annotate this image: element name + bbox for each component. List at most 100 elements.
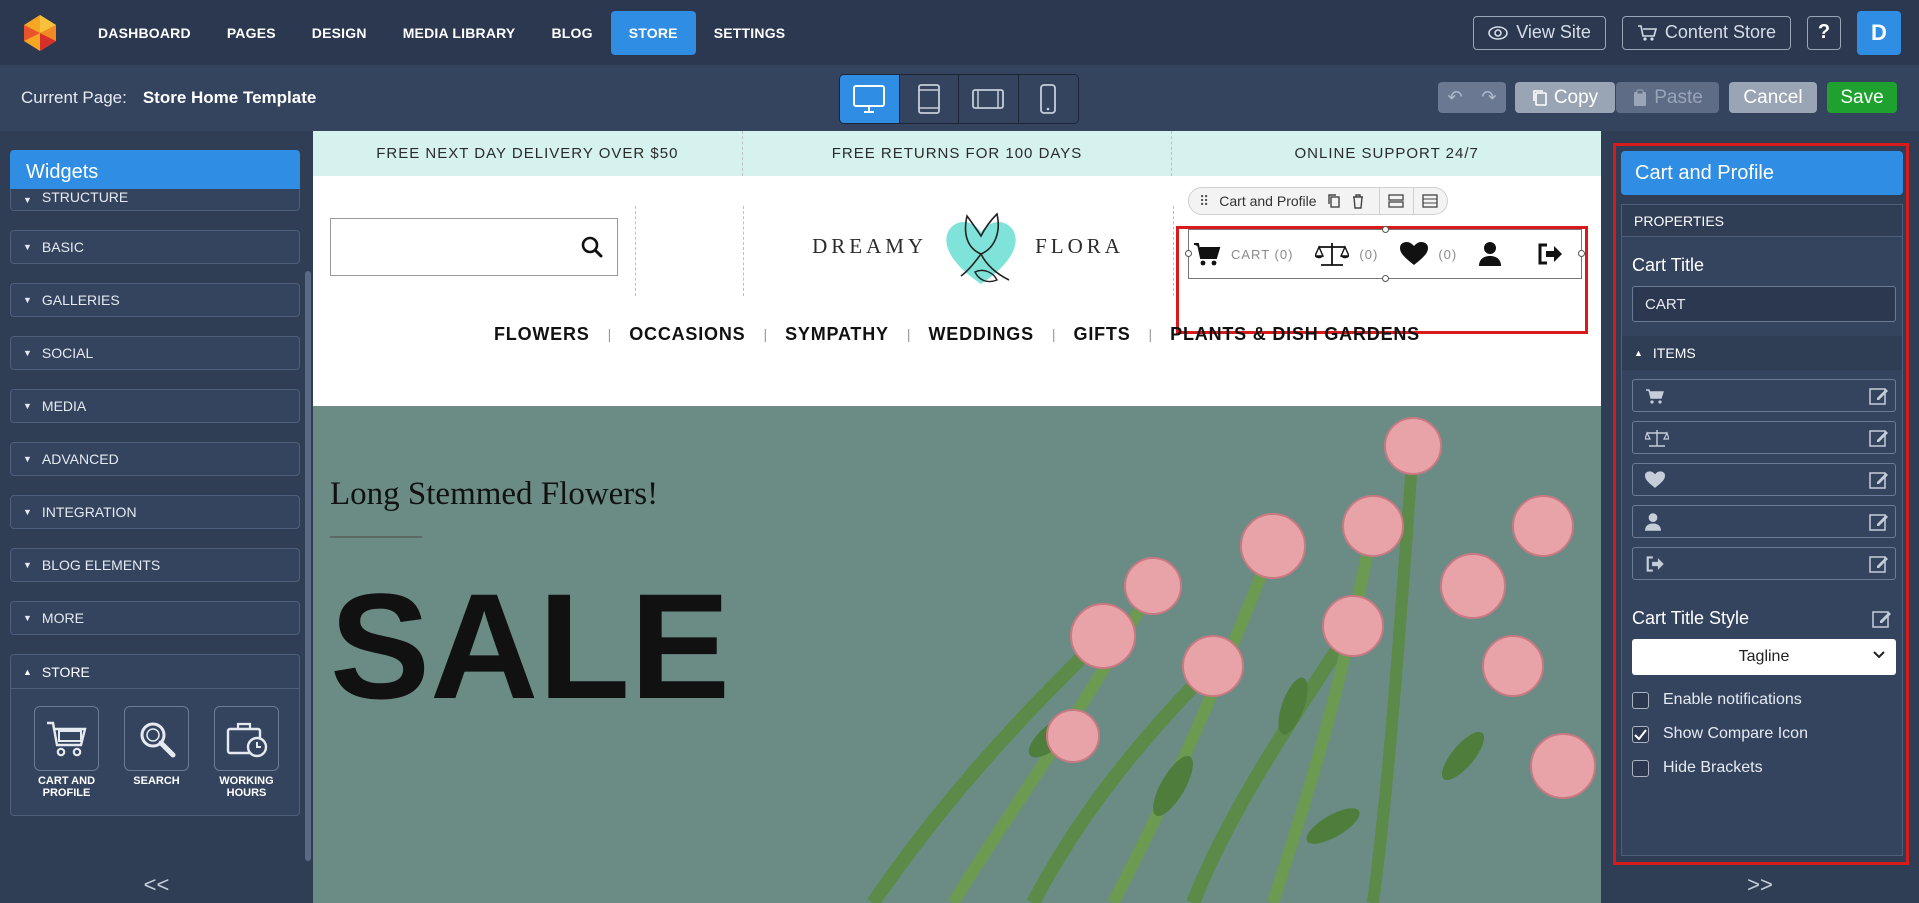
nav-design[interactable]: DESIGN <box>294 11 385 55</box>
category-blog-elements[interactable]: ▼ BLOG ELEMENTS <box>10 548 300 582</box>
cart-link[interactable]: CART (0) <box>1193 241 1293 267</box>
flower-logo-icon <box>946 212 1016 284</box>
edit-icon[interactable] <box>1869 386 1889 406</box>
compare-link[interactable]: (0) <box>1315 241 1378 267</box>
widget-search[interactable]: SEARCH <box>123 706 190 799</box>
nav-store[interactable]: STORE <box>610 10 696 55</box>
menu-sympathy[interactable]: SYMPATHY <box>767 324 907 345</box>
content-store-button[interactable]: Content Store <box>1621 15 1791 50</box>
nav-media-library[interactable]: MEDIA LIBRARY <box>385 11 534 55</box>
widget-working-hours[interactable]: WORKING HOURS <box>213 706 280 799</box>
nav-dashboard[interactable]: DASHBOARD <box>80 11 209 55</box>
tablet-view-button[interactable] <box>899 75 959 123</box>
help-button[interactable]: ? <box>1807 15 1841 50</box>
category-structure[interactable]: ▼ STRUCTURE <box>10 189 300 211</box>
menu-plants-dish-gardens[interactable]: PLANTS & DISH GARDENS <box>1152 324 1438 345</box>
item-compare[interactable] <box>1632 421 1896 454</box>
paste-button[interactable]: Paste <box>1616 82 1719 113</box>
category-galleries[interactable]: ▼ GALLERIES <box>10 283 300 317</box>
drag-handle-icon[interactable]: ⠿ <box>1199 193 1209 210</box>
caret-down-icon: ▼ <box>23 401 32 411</box>
caret-up-icon: ▲ <box>1634 348 1643 358</box>
left-panel-scrollbar[interactable] <box>305 271 311 861</box>
mobile-view-button[interactable] <box>1018 75 1078 123</box>
edit-icon[interactable] <box>1869 428 1889 448</box>
redo-icon[interactable]: ↷ <box>1481 87 1496 108</box>
resize-handle[interactable] <box>1382 275 1389 282</box>
category-label: INTEGRATION <box>41 504 137 520</box>
duplicate-icon[interactable] <box>1327 193 1341 209</box>
trash-icon[interactable] <box>1351 193 1365 209</box>
cart-and-profile-widget[interactable]: CART (0) (0) (0) <box>1185 226 1585 282</box>
category-media[interactable]: ▼ MEDIA <box>10 389 300 423</box>
collapse-right-panel-button[interactable]: >> <box>1601 866 1919 903</box>
caret-up-icon: ▲ <box>23 666 32 677</box>
nav-blog[interactable]: BLOG <box>533 11 610 55</box>
resize-handle[interactable] <box>1382 226 1389 233</box>
save-button[interactable]: Save <box>1827 82 1897 113</box>
caret-down-icon: ▼ <box>23 348 32 358</box>
category-more[interactable]: ▼ MORE <box>10 601 300 635</box>
search-icon[interactable] <box>581 236 603 258</box>
edit-icon[interactable] <box>1869 512 1889 532</box>
user-avatar[interactable]: D <box>1857 10 1901 55</box>
cart-title-style-row: Cart Title Style <box>1632 608 1892 629</box>
category-basic[interactable]: ▼ BASIC <box>10 230 300 264</box>
landscape-view-button[interactable] <box>959 75 1019 123</box>
cart-title-style-select[interactable]: Tagline <box>1632 639 1896 675</box>
caret-down-icon: ▼ <box>23 560 32 570</box>
copy-label: Copy <box>1553 86 1599 108</box>
item-logout[interactable] <box>1632 547 1896 580</box>
edit-icon[interactable] <box>1869 554 1889 574</box>
site-search-input[interactable] <box>330 218 618 276</box>
menu-weddings[interactable]: WEDDINGS <box>910 324 1051 345</box>
wishlist-link[interactable]: (0) <box>1400 242 1457 266</box>
item-profile[interactable] <box>1632 505 1896 538</box>
menu-flowers[interactable]: FLOWERS <box>476 324 608 345</box>
category-social[interactable]: ▼ SOCIAL <box>10 336 300 370</box>
search-icon <box>140 722 175 757</box>
logout-link[interactable] <box>1537 243 1563 265</box>
widgets-header[interactable]: Widgets <box>10 150 300 194</box>
resize-handle[interactable] <box>1578 250 1585 257</box>
menu-occasions[interactable]: OCCASIONS <box>611 324 763 345</box>
enable-notifications-checkbox[interactable] <box>1632 691 1649 709</box>
section-layout-button[interactable] <box>1413 187 1448 215</box>
hide-brackets-checkbox[interactable] <box>1632 759 1649 777</box>
mobile-icon <box>1040 84 1057 114</box>
desktop-view-button[interactable] <box>840 75 900 123</box>
nav-settings[interactable]: SETTINGS <box>696 11 804 55</box>
collapse-left-panel-button[interactable]: << <box>0 866 313 903</box>
show-compare-icon-row[interactable]: Show Compare Icon <box>1632 725 1902 743</box>
leaves <box>1028 677 1485 844</box>
category-store-header[interactable]: ▲ STORE <box>11 655 299 689</box>
hide-brackets-row[interactable]: Hide Brackets <box>1632 759 1902 777</box>
site-logo[interactable]: DREAMY FLORA <box>808 196 1128 296</box>
cart-title-input[interactable]: CART <box>1632 286 1896 322</box>
checkbox-label: Enable notifications <box>1663 691 1802 708</box>
resize-handle[interactable] <box>1185 250 1192 257</box>
nav-pages[interactable]: PAGES <box>209 11 294 55</box>
properties-panel: Cart and Profile PROPERTIES Cart Title C… <box>1601 131 1919 903</box>
category-advanced[interactable]: ▼ ADVANCED <box>10 442 300 476</box>
item-wishlist[interactable] <box>1632 463 1896 496</box>
item-cart[interactable] <box>1632 379 1896 412</box>
widget-cart-and-profile[interactable]: CART AND PROFILE <box>33 706 100 799</box>
show-compare-icon-checkbox[interactable] <box>1632 725 1649 743</box>
edit-icon[interactable] <box>1869 470 1889 490</box>
view-site-button[interactable]: View Site <box>1473 15 1606 50</box>
properties-header[interactable]: PROPERTIES <box>1622 205 1902 237</box>
edit-icon[interactable] <box>1872 609 1892 629</box>
menu-gifts[interactable]: GIFTS <box>1056 324 1149 345</box>
row-layout-button[interactable] <box>1379 187 1414 215</box>
app-logo[interactable] <box>0 0 80 65</box>
undo-icon[interactable]: ↶ <box>1447 87 1462 108</box>
items-header[interactable]: ▲ ITEMS <box>1622 336 1902 370</box>
profile-link[interactable] <box>1479 242 1502 266</box>
enable-notifications-row[interactable]: Enable notifications <box>1632 691 1902 709</box>
category-integration[interactable]: ▼ INTEGRATION <box>10 495 300 529</box>
tablet-icon <box>917 84 940 114</box>
copy-button[interactable]: Copy <box>1515 82 1615 113</box>
widget-toolbar-chip[interactable]: ⠿ Cart and Profile <box>1188 187 1380 215</box>
cancel-button[interactable]: Cancel <box>1729 82 1817 113</box>
